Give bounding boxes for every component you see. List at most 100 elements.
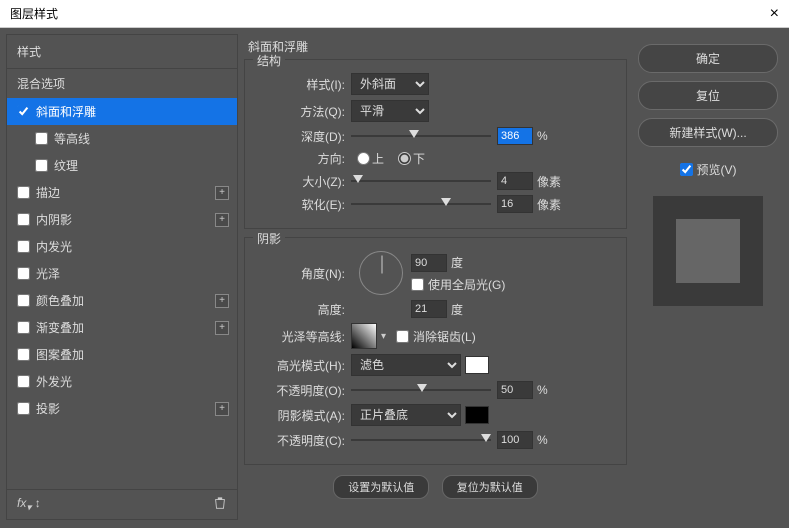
down-label: 下 [413, 150, 425, 167]
trash-icon[interactable] [213, 496, 227, 513]
opacity1-input[interactable] [497, 381, 533, 399]
direction-up-radio[interactable] [357, 152, 370, 165]
styles-header[interactable]: 样式 [7, 35, 237, 69]
style-item-label: 描边 [36, 184, 60, 201]
preview-swatch [676, 219, 740, 283]
shadow-mode-label: 阴影模式(A): [255, 407, 345, 424]
action-panel: 确定 复位 新建样式(W)... 预览(V) [633, 34, 783, 520]
styles-panel: 样式 混合选项 斜面和浮雕等高线纹理描边 + 内阴影 + 内发光光泽颜色叠加 + 渐变叠加 +… [6, 34, 238, 520]
style-item[interactable]: 颜色叠加 + [7, 287, 237, 314]
style-item-label: 等高线 [54, 130, 90, 147]
method-select[interactable]: 平滑 [351, 100, 429, 122]
style-checkbox[interactable] [17, 321, 30, 334]
style-item[interactable]: 内发光 [7, 233, 237, 260]
opacity2-input[interactable] [497, 431, 533, 449]
style-item[interactable]: 斜面和浮雕 [7, 98, 237, 125]
highlight-mode-select[interactable]: 滤色 [351, 354, 461, 376]
style-checkbox[interactable] [17, 213, 30, 226]
up-label: 上 [372, 150, 384, 167]
angle-label: 角度(N): [255, 265, 345, 282]
antialias-label: 消除锯齿(L) [413, 328, 476, 345]
style-item[interactable]: 等高线 [7, 125, 237, 152]
style-item-label: 内阴影 [36, 211, 72, 228]
new-style-button[interactable]: 新建样式(W)... [638, 118, 778, 147]
soften-input[interactable] [497, 195, 533, 213]
styles-footer: fx▾ ↕ [7, 489, 237, 519]
size-input[interactable] [497, 172, 533, 190]
opacity1-slider[interactable] [351, 382, 491, 398]
titlebar: 图层样式 × [0, 0, 789, 28]
plus-icon[interactable]: + [215, 402, 229, 416]
settings-panel: 斜面和浮雕 结构 样式(I): 外斜面 方法(Q): 平滑 深度(D): % 方… [244, 34, 627, 520]
depth-label: 深度(D): [255, 128, 345, 145]
shading-legend: 阴影 [253, 230, 285, 247]
shadow-color-swatch[interactable] [465, 406, 489, 424]
style-item-label: 投影 [36, 400, 60, 417]
plus-icon[interactable]: + [215, 213, 229, 227]
highlight-color-swatch[interactable] [465, 356, 489, 374]
style-checkbox[interactable] [35, 132, 48, 145]
shadow-mode-select[interactable]: 正片叠底 [351, 404, 461, 426]
angle-widget[interactable] [359, 251, 403, 295]
depth-input[interactable] [497, 127, 533, 145]
opacity2-slider[interactable] [351, 432, 491, 448]
style-item[interactable]: 描边 + [7, 179, 237, 206]
style-item[interactable]: 外发光 [7, 368, 237, 395]
style-checkbox[interactable] [35, 159, 48, 172]
style-item-label: 纹理 [54, 157, 78, 174]
style-item-label: 内发光 [36, 238, 72, 255]
highlight-mode-label: 高光模式(H): [255, 357, 345, 374]
preview-label: 预览(V) [697, 161, 737, 178]
preview-checkbox[interactable] [680, 163, 693, 176]
section-title: 斜面和浮雕 [248, 38, 627, 55]
altitude-input[interactable] [411, 300, 447, 318]
style-item[interactable]: 图案叠加 [7, 341, 237, 368]
structure-legend: 结构 [253, 52, 285, 69]
reset-default-button[interactable]: 复位为默认值 [442, 475, 538, 499]
method-label: 方法(Q): [255, 103, 345, 120]
plus-icon[interactable]: + [215, 321, 229, 335]
style-item-label: 渐变叠加 [36, 319, 84, 336]
reset-button[interactable]: 复位 [638, 81, 778, 110]
close-icon[interactable]: × [770, 5, 779, 23]
style-select[interactable]: 外斜面 [351, 73, 429, 95]
gloss-label: 光泽等高线: [255, 328, 345, 345]
style-checkbox[interactable] [17, 267, 30, 280]
style-checkbox[interactable] [17, 186, 30, 199]
gloss-contour-picker[interactable] [351, 323, 377, 349]
main: 样式 混合选项 斜面和浮雕等高线纹理描边 + 内阴影 + 内发光光泽颜色叠加 + 渐变叠加 +… [0, 28, 789, 526]
px-unit: 像素 [537, 173, 561, 190]
set-default-button[interactable]: 设置为默认值 [333, 475, 429, 499]
style-item[interactable]: 投影 + [7, 395, 237, 422]
chevron-down-icon[interactable]: ▾ [381, 331, 386, 342]
style-checkbox[interactable] [17, 240, 30, 253]
shading-group: 阴影 角度(N): 度 使用全局光(G) 高度: [244, 237, 627, 465]
ok-button[interactable]: 确定 [638, 44, 778, 73]
plus-icon[interactable]: + [215, 186, 229, 200]
plus-icon[interactable]: + [215, 294, 229, 308]
soften-slider[interactable] [351, 196, 491, 212]
style-checkbox[interactable] [17, 294, 30, 307]
style-item-label: 颜色叠加 [36, 292, 84, 309]
antialias-checkbox[interactable] [396, 330, 409, 343]
style-item[interactable]: 内阴影 + [7, 206, 237, 233]
style-label: 样式(I): [255, 76, 345, 93]
blending-options[interactable]: 混合选项 [7, 69, 237, 98]
direction-label: 方向: [255, 150, 345, 167]
angle-input[interactable] [411, 254, 447, 272]
style-item[interactable]: 渐变叠加 + [7, 314, 237, 341]
size-slider[interactable] [351, 173, 491, 189]
global-light-checkbox[interactable] [411, 278, 424, 291]
size-label: 大小(Z): [255, 173, 345, 190]
default-buttons: 设置为默认值 复位为默认值 [244, 475, 627, 499]
depth-slider[interactable] [351, 128, 491, 144]
style-checkbox[interactable] [17, 375, 30, 388]
style-checkbox[interactable] [17, 105, 30, 118]
style-checkbox[interactable] [17, 402, 30, 415]
fx-label[interactable]: fx▾ ↕ [17, 496, 41, 513]
structure-group: 结构 样式(I): 外斜面 方法(Q): 平滑 深度(D): % 方向: 上 下 [244, 59, 627, 229]
style-item[interactable]: 纹理 [7, 152, 237, 179]
style-item[interactable]: 光泽 [7, 260, 237, 287]
direction-down-radio[interactable] [398, 152, 411, 165]
style-checkbox[interactable] [17, 348, 30, 361]
